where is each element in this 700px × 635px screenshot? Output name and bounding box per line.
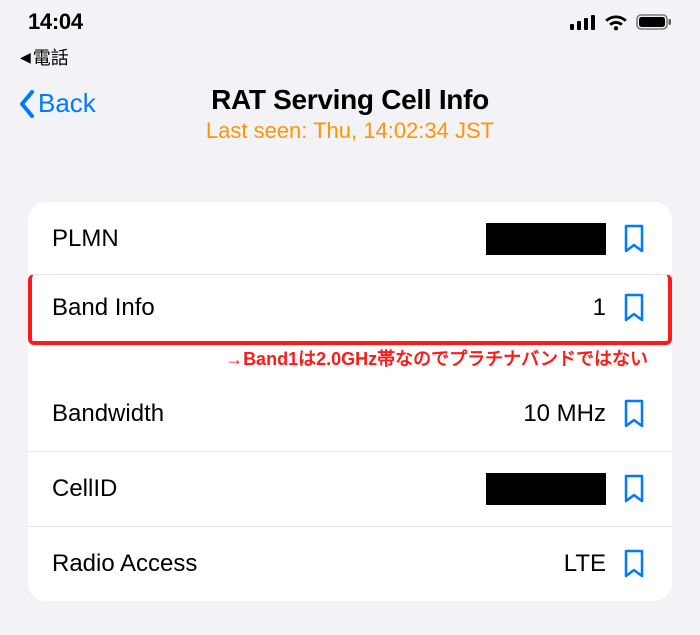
back-label: Back — [38, 88, 96, 119]
cellular-signal-icon — [570, 14, 596, 30]
row-label: Radio Access — [52, 550, 564, 578]
row-radio-access[interactable]: Radio Access LTE — [28, 526, 672, 601]
row-band-info[interactable]: Band Info 1 — [28, 274, 672, 345]
breadcrumb[interactable]: ◀ 電話 — [0, 44, 700, 74]
wifi-icon — [604, 13, 628, 31]
row-value-redacted — [486, 223, 606, 255]
status-bar: 14:04 — [0, 0, 700, 44]
chevron-left-icon — [18, 89, 36, 119]
row-label: Band Info — [52, 294, 593, 322]
back-triangle-icon: ◀ — [20, 50, 31, 64]
row-label: PLMN — [52, 225, 486, 253]
annotation-text: →Band1は2.0GHz帯なのでプラチナバンドではない — [28, 343, 672, 377]
row-value: LTE — [564, 550, 606, 578]
bookmark-icon[interactable] — [620, 291, 648, 325]
row-label: Bandwidth — [52, 400, 523, 428]
bookmark-icon[interactable] — [620, 397, 648, 431]
row-label: CellID — [52, 475, 486, 503]
status-icons — [570, 13, 672, 31]
row-value: 10 MHz — [523, 400, 606, 428]
back-button[interactable]: Back — [18, 88, 96, 119]
page-subtitle: Last seen: Thu, 14:02:34 JST — [100, 118, 600, 144]
row-cellid[interactable]: CellID — [28, 451, 672, 526]
breadcrumb-label: 電話 — [33, 44, 69, 70]
row-plmn[interactable]: PLMN — [28, 202, 672, 276]
bookmark-icon[interactable] — [620, 222, 648, 256]
battery-icon — [636, 13, 672, 31]
page-title: RAT Serving Cell Info — [100, 84, 600, 116]
bookmark-icon[interactable] — [620, 547, 648, 581]
row-bandwidth[interactable]: Bandwidth 10 MHz — [28, 377, 672, 451]
row-value: 1 — [593, 294, 606, 322]
status-time: 14:04 — [28, 9, 83, 35]
nav-header: Back RAT Serving Cell Info Last seen: Th… — [0, 74, 700, 146]
cell-info-card: PLMN Band Info 1 →Band1は2.0GHz帯なのでプラチナバン… — [28, 202, 672, 601]
bookmark-icon[interactable] — [620, 472, 648, 506]
row-value-redacted — [486, 473, 606, 505]
